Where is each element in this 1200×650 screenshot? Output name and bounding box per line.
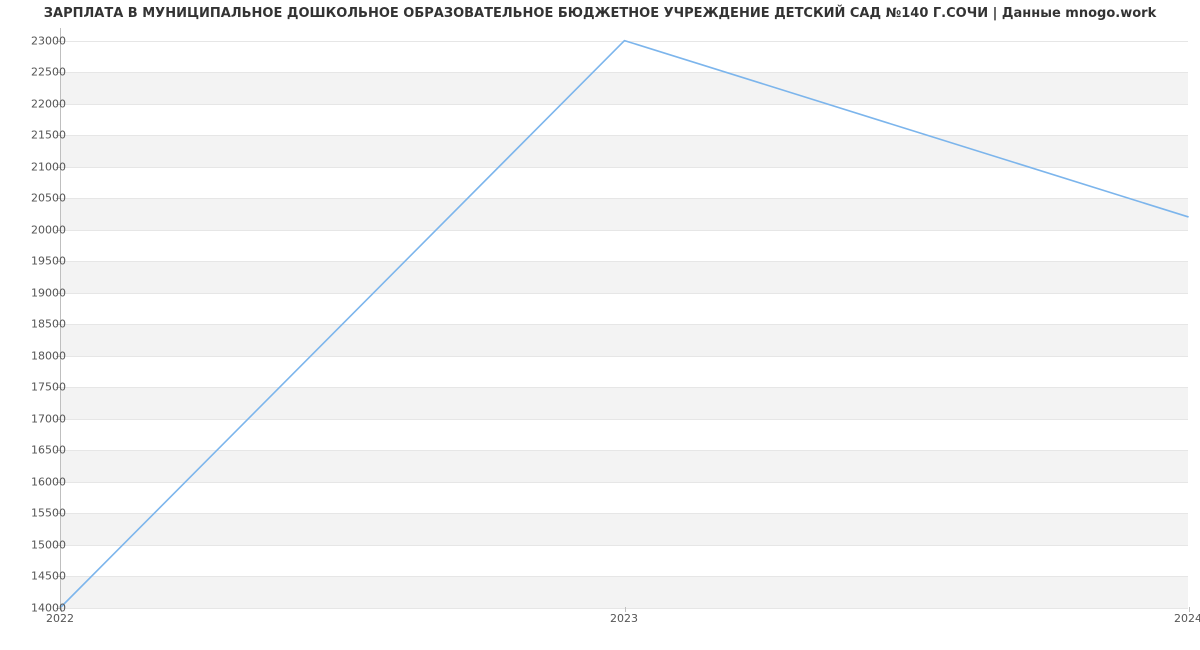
chart-title: ЗАРПЛАТА В МУНИЦИПАЛЬНОЕ ДОШКОЛЬНОЕ ОБРА… [0,6,1200,21]
y-axis-label: 18000 [6,349,66,362]
x-axis-label: 2022 [46,612,74,625]
y-axis-label: 19000 [6,286,66,299]
x-axis-label: 2023 [610,612,638,625]
y-axis-label: 18500 [6,318,66,331]
y-axis-label: 17500 [6,381,66,394]
y-axis-label: 15000 [6,538,66,551]
line-series-svg [61,28,1188,607]
y-axis-label: 16500 [6,444,66,457]
y-axis-label: 23000 [6,34,66,47]
y-axis-label: 16000 [6,475,66,488]
y-axis-label: 21500 [6,129,66,142]
y-axis-label: 22500 [6,66,66,79]
series-line-salary [61,41,1188,607]
y-axis-label: 20500 [6,192,66,205]
y-axis-label: 22000 [6,97,66,110]
y-axis-label: 15500 [6,507,66,520]
y-axis-label: 17000 [6,412,66,425]
y-axis-label: 19500 [6,255,66,268]
y-axis-label: 14500 [6,570,66,583]
plot-area [60,28,1188,608]
chart-container: ЗАРПЛАТА В МУНИЦИПАЛЬНОЕ ДОШКОЛЬНОЕ ОБРА… [0,0,1200,650]
x-axis-label: 2024 [1174,612,1200,625]
y-axis-label: 20000 [6,223,66,236]
y-axis-label: 21000 [6,160,66,173]
